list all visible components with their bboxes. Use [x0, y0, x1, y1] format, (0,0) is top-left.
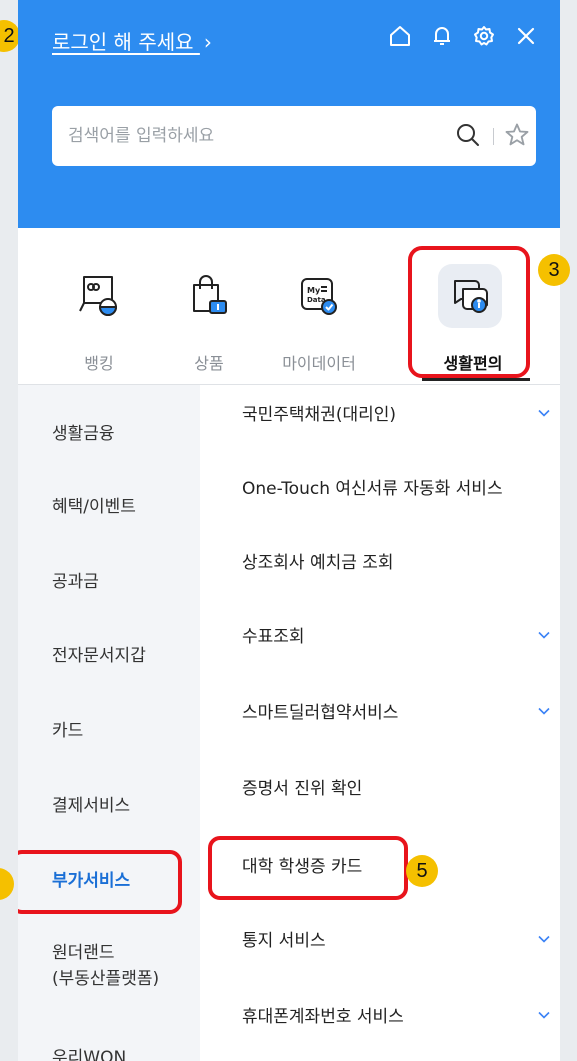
shopping-bag-icon [177, 264, 241, 328]
close-icon[interactable] [512, 22, 540, 50]
svg-text:My: My [307, 286, 321, 295]
star-icon[interactable] [503, 121, 531, 153]
left-menu-item[interactable]: 전자문서지갑 [52, 643, 146, 669]
list-item-label: 증명서 진위 확인 [242, 779, 363, 799]
annotation-badge-3: 3 [538, 254, 570, 286]
mydata-icon: My Data [287, 264, 351, 328]
list-item-label: 스마트딜러협약서비스 [242, 703, 399, 723]
list-item[interactable]: 상조회사 예치금 조회 [242, 551, 552, 591]
left-menu-item-wonderland[interactable]: 원더랜드 (부동산플랫폼) [52, 940, 159, 992]
banking-icon [67, 264, 131, 328]
list-item-label: 상조회사 예치금 조회 [242, 553, 394, 573]
list-item-label: 수표조회 [242, 627, 305, 647]
left-menu-item[interactable]: 우리WON [52, 1045, 126, 1061]
left-menu-item-label: 원더랜드 [52, 943, 115, 963]
annotation-badge-2: 2 [0, 20, 20, 52]
list-item[interactable]: 스마트딜러협약서비스 [242, 701, 552, 741]
search-box [52, 106, 536, 166]
tab-label: 마이데이터 [282, 354, 356, 373]
left-menu-item[interactable]: 공과금 [52, 569, 99, 595]
bell-icon[interactable] [428, 22, 456, 50]
chevron-down-icon[interactable] [536, 627, 552, 647]
header: 로그인 해 주세요 › [18, 0, 560, 228]
annotation-highlight-3 [408, 246, 530, 378]
chevron-down-icon[interactable] [536, 405, 552, 425]
tab-label: 상품 [194, 354, 224, 373]
list-item-label: 국민주택채권(대리인) [242, 405, 397, 425]
list-item-label: 휴대폰계좌번호 서비스 [242, 1007, 404, 1027]
tab-mydata[interactable]: My Data 마이데이터 [264, 228, 374, 384]
left-menu-item[interactable]: 생활금융 [52, 421, 115, 447]
list-item[interactable]: 수표조회 [242, 625, 552, 665]
login-link[interactable]: 로그인 해 주세요 › [52, 26, 212, 55]
left-menu-item-sublabel: (부동산플랫폼) [52, 969, 160, 989]
tab-label: 뱅킹 [84, 354, 114, 373]
left-menu-item[interactable]: 결제서비스 [52, 793, 130, 819]
annotation-badge-left [0, 868, 14, 900]
list-item[interactable]: 국민주택채권(대리인) [242, 403, 552, 443]
list-item[interactable]: One-Touch 여신서류 자동화 서비스 [242, 477, 552, 517]
right-list: 국민주택채권(대리인) One-Touch 여신서류 자동화 서비스 상조회사 … [200, 385, 560, 1061]
search-divider [493, 128, 494, 145]
list-item[interactable]: 통지 서비스 [242, 929, 552, 969]
gear-icon[interactable] [470, 22, 498, 50]
chevron-down-icon[interactable] [536, 1007, 552, 1027]
list-item[interactable]: 휴대폰계좌번호 서비스 [242, 1005, 552, 1045]
chevron-right-icon: › [203, 30, 212, 54]
chevron-down-icon[interactable] [536, 931, 552, 951]
app-window: 로그인 해 주세요 › 검색어를 입력하세요 뱅킹 상품 My Data 마이데… [18, 0, 560, 1061]
search-input[interactable] [68, 106, 438, 166]
left-menu: 생활금융 혜택/이벤트 공과금 전자문서지갑 카드 결제서비스 부가서비스 원더… [18, 385, 200, 1061]
annotation-highlight-left [18, 850, 182, 914]
chevron-down-icon[interactable] [536, 703, 552, 723]
list-item-label: 통지 서비스 [242, 931, 326, 951]
list-item[interactable]: 증명서 진위 확인 [242, 777, 552, 817]
annotation-highlight-5 [208, 836, 408, 900]
home-icon[interactable] [386, 22, 414, 50]
tab-banking[interactable]: 뱅킹 [44, 228, 154, 384]
tab-products[interactable]: 상품 [154, 228, 264, 384]
left-menu-item[interactable]: 혜택/이벤트 [52, 494, 136, 520]
list-item-label: One-Touch 여신서류 자동화 서비스 [242, 479, 503, 499]
search-icon[interactable] [454, 121, 482, 153]
annotation-badge-5: 5 [406, 855, 438, 887]
active-tab-indicator [422, 378, 530, 381]
login-text: 로그인 해 주세요 [52, 30, 194, 54]
left-menu-item[interactable]: 카드 [52, 718, 83, 744]
